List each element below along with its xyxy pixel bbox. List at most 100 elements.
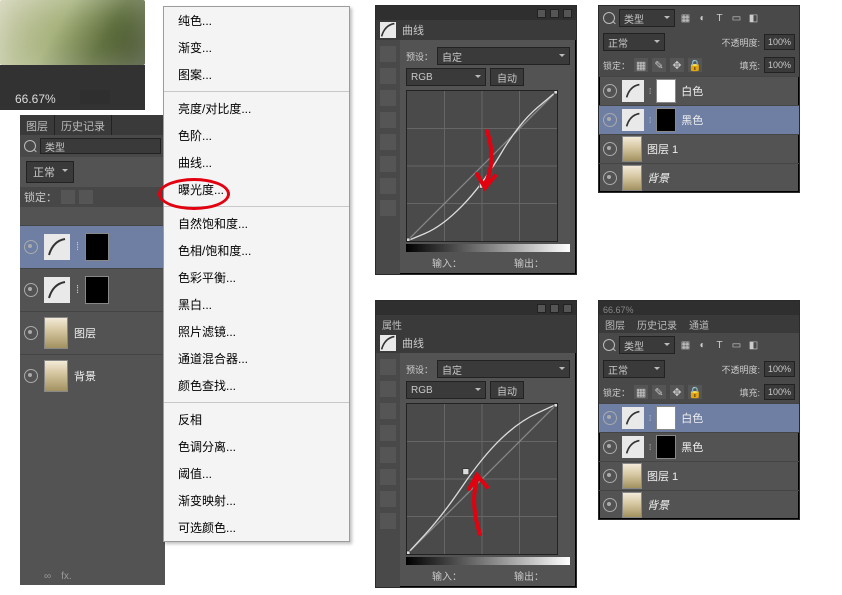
layer-row[interactable]: 图层 1 — [599, 134, 799, 163]
visibility-icon[interactable] — [24, 326, 38, 340]
layer-row[interactable]: ⁞白色 — [599, 403, 799, 432]
channel-dropdown[interactable]: RGB — [406, 381, 486, 399]
lock-all-icon[interactable]: 🔒 — [688, 385, 702, 399]
lock-brush-icon[interactable] — [79, 190, 93, 204]
filter-shape-icon[interactable]: ▭ — [730, 339, 743, 352]
layer-mask[interactable] — [656, 108, 676, 132]
tab-channels[interactable]: 通道 — [683, 315, 715, 333]
curve-smooth2-tool[interactable] — [380, 178, 396, 194]
layer-filter-dropdown[interactable]: 类型 — [40, 138, 161, 154]
visibility-icon[interactable] — [603, 498, 617, 512]
target-adjust-tool[interactable] — [380, 46, 396, 62]
menu-item[interactable]: 照片滤镜... — [164, 318, 349, 345]
menu-item[interactable]: 色阶... — [164, 122, 349, 149]
curve-graph[interactable] — [406, 90, 558, 242]
menu-item[interactable]: 纯色... — [164, 7, 349, 34]
curve-pencil-tool[interactable] — [380, 156, 396, 172]
filter-shape-icon[interactable]: ▭ — [730, 12, 743, 25]
layer-row[interactable]: 背景 — [20, 354, 165, 397]
filter-smart-icon[interactable]: ◧ — [747, 339, 760, 352]
menu-item[interactable]: 颜色查找... — [164, 372, 349, 399]
preset-dropdown[interactable]: 自定 — [437, 47, 570, 65]
visibility-icon[interactable] — [603, 171, 617, 185]
auto-button[interactable]: 自动 — [490, 68, 524, 86]
layer-row[interactable]: 图层 — [20, 311, 165, 354]
layer-mask[interactable] — [656, 435, 676, 459]
menu-item[interactable]: 渐变... — [164, 34, 349, 61]
histogram-toggle[interactable] — [380, 200, 396, 216]
layer-mask[interactable] — [85, 233, 109, 261]
menu-item[interactable]: 曲线... — [164, 149, 349, 176]
filter-type-icon[interactable]: T — [713, 339, 726, 352]
layer-filter-dropdown[interactable]: 类型 — [619, 336, 675, 354]
lock-transparent-icon[interactable]: ▦ — [634, 385, 648, 399]
layer-row[interactable]: ⁞黑色 — [599, 432, 799, 461]
auto-button[interactable]: 自动 — [490, 381, 524, 399]
menu-item[interactable]: 黑白... — [164, 291, 349, 318]
lock-pixels-icon[interactable] — [61, 190, 75, 204]
menu-item[interactable]: 亮度/对比度... — [164, 95, 349, 122]
lock-transparent-icon[interactable]: ▦ — [634, 58, 648, 72]
menu-item[interactable]: 可选颜色... — [164, 514, 349, 541]
lock-paint-icon[interactable]: ✎ — [652, 58, 666, 72]
fill-value[interactable]: 100% — [764, 384, 795, 400]
menu-item[interactable]: 色彩平衡... — [164, 264, 349, 291]
curve-smooth2-tool[interactable] — [380, 491, 396, 507]
menu-item[interactable]: 渐变映射... — [164, 487, 349, 514]
menu-item[interactable]: 反相 — [164, 406, 349, 433]
eyedropper-gray[interactable] — [380, 90, 396, 106]
filter-pixel-icon[interactable]: ▦ — [679, 339, 692, 352]
blend-mode-dropdown[interactable]: 正常 — [603, 33, 665, 51]
visibility-icon[interactable] — [603, 469, 617, 483]
layer-mask[interactable] — [656, 79, 676, 103]
layer-row[interactable]: ⁞黑色 — [599, 105, 799, 134]
tab-properties[interactable]: 属性 — [376, 315, 408, 333]
layer-row[interactable]: ⁞ — [20, 268, 165, 311]
filter-pixel-icon[interactable]: ▦ — [679, 12, 692, 25]
filter-adjust-icon[interactable]: ◐ — [696, 12, 709, 25]
fx-icon[interactable]: fx. — [61, 571, 72, 582]
layer-row[interactable]: 背景 — [599, 163, 799, 192]
lock-move-icon[interactable]: ✥ — [670, 385, 684, 399]
filter-type-icon[interactable]: T — [713, 12, 726, 25]
eyedropper-black[interactable] — [380, 68, 396, 84]
tab-history[interactable]: 历史记录 — [55, 115, 112, 135]
menu-item[interactable]: 通道混合器... — [164, 345, 349, 372]
eyedropper-white[interactable] — [380, 112, 396, 128]
tab-layers[interactable]: 图层 — [20, 115, 55, 135]
lock-all-icon[interactable]: 🔒 — [688, 58, 702, 72]
layer-filter-dropdown[interactable]: 类型 — [619, 9, 675, 27]
visibility-icon[interactable] — [603, 84, 617, 98]
layer-row[interactable]: 图层 1 — [599, 461, 799, 490]
layer-mask[interactable] — [656, 406, 676, 430]
menu-item[interactable]: 图案... — [164, 61, 349, 88]
filter-adjust-icon[interactable]: ◐ — [696, 339, 709, 352]
layer-mask[interactable] — [85, 276, 109, 304]
blend-mode-dropdown[interactable]: 正常 — [603, 360, 665, 378]
visibility-icon[interactable] — [603, 142, 617, 156]
menu-item[interactable]: 色调分离... — [164, 433, 349, 460]
curve-pencil-tool[interactable] — [380, 469, 396, 485]
eyedropper-black[interactable] — [380, 381, 396, 397]
opacity-value[interactable]: 100% — [764, 361, 795, 377]
menu-item[interactable]: 色相/饱和度... — [164, 237, 349, 264]
curve-smooth-tool[interactable] — [380, 447, 396, 463]
link-icon[interactable]: ∞ — [44, 571, 51, 582]
menu-item[interactable]: 阈值... — [164, 460, 349, 487]
zoom-stepper[interactable] — [80, 90, 110, 104]
fill-value[interactable]: 100% — [764, 57, 795, 73]
tab-layers[interactable]: 图层 — [599, 315, 631, 333]
curve-graph[interactable] — [406, 403, 558, 555]
channel-dropdown[interactable]: RGB — [406, 68, 486, 86]
menu-item[interactable]: 自然饱和度... — [164, 210, 349, 237]
lock-paint-icon[interactable]: ✎ — [652, 385, 666, 399]
layer-row[interactable]: ⁞ — [20, 225, 165, 268]
tab-history[interactable]: 历史记录 — [631, 315, 683, 333]
visibility-icon[interactable] — [603, 440, 617, 454]
eyedropper-white[interactable] — [380, 425, 396, 441]
target-adjust-tool[interactable] — [380, 359, 396, 375]
blend-mode-dropdown[interactable]: 正常 — [26, 161, 74, 183]
filter-smart-icon[interactable]: ◧ — [747, 12, 760, 25]
layer-row[interactable]: ⁞白色 — [599, 76, 799, 105]
histogram-toggle[interactable] — [380, 513, 396, 529]
